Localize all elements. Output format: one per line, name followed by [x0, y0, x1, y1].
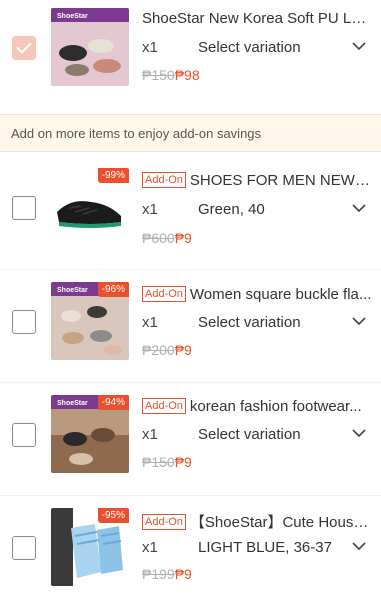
- row-divider: [0, 269, 381, 270]
- price-row: ₱150₱9: [142, 454, 192, 470]
- discount-badge: -95%: [97, 508, 129, 523]
- chevron-down-icon[interactable]: [352, 429, 366, 438]
- variation-selector[interactable]: Select variation: [198, 39, 301, 56]
- product-title-text: 【ShoeStar】Cute House...: [189, 514, 372, 531]
- product-thumbnail[interactable]: ShoeStar: [51, 8, 129, 86]
- variation-selector[interactable]: Green, 40: [198, 201, 265, 218]
- variation-selector[interactable]: LIGHT BLUE, 36-37: [198, 539, 332, 556]
- quantity: x1: [142, 539, 158, 556]
- item-checkbox[interactable]: [12, 36, 36, 60]
- sale-price: ₱9: [174, 566, 192, 582]
- thumb-brand-label: ShoeStar: [57, 287, 88, 294]
- cart-item[interactable]: ShoeStar -94% Add-On korean fashion footw…: [0, 387, 381, 499]
- cart-item[interactable]: -95% Add-On 【ShoeStar】Cute House... x1 LI…: [0, 500, 381, 605]
- cart-item[interactable]: ShoeStar -96% Add-On Women square buckle …: [0, 274, 381, 386]
- thumb-brand-label: ShoeStar: [57, 400, 88, 407]
- discount-badge: -96%: [97, 282, 129, 297]
- original-price: ₱150: [142, 67, 175, 83]
- product-thumbnail[interactable]: ShoeStar -94%: [51, 395, 129, 473]
- variation-selector[interactable]: Select variation: [198, 314, 301, 331]
- sale-price: ₱9: [174, 342, 192, 358]
- price-row: ₱600₱9: [142, 230, 192, 246]
- product-image: ShoeStar: [51, 8, 129, 86]
- cart-item[interactable]: -99% Add-On SHOES FOR MEN NEW K... x1 Gre…: [0, 160, 381, 270]
- cart-item-top[interactable]: ShoeStar ShoeStar New Korea Soft PU Lea.…: [0, 0, 381, 104]
- sale-price: ₱9: [174, 454, 192, 470]
- addon-tag: Add-On: [142, 172, 186, 188]
- row-divider: [0, 382, 381, 383]
- thumb-brand-label: ShoeStar: [57, 13, 88, 20]
- addon-banner-text: Add on more items to enjoy add-on saving…: [11, 126, 262, 141]
- product-thumbnail[interactable]: -99%: [51, 168, 129, 246]
- chevron-down-icon[interactable]: [352, 317, 366, 326]
- original-price: ₱199: [142, 566, 175, 582]
- product-title[interactable]: ShoeStar New Korea Soft PU Lea...: [142, 10, 372, 27]
- row-divider: [0, 495, 381, 496]
- product-title-text: korean fashion footwear...: [189, 398, 362, 415]
- item-checkbox[interactable]: [12, 310, 36, 334]
- quantity: x1: [142, 314, 158, 331]
- original-price: ₱150: [142, 454, 175, 470]
- chevron-down-icon[interactable]: [352, 204, 366, 213]
- item-checkbox[interactable]: [12, 536, 36, 560]
- item-checkbox[interactable]: [12, 423, 36, 447]
- product-title-text: Women square buckle fla...: [189, 286, 372, 303]
- sale-price: ₱98: [174, 67, 200, 83]
- addon-banner: Add on more items to enjoy add-on saving…: [0, 114, 381, 152]
- addon-tag: Add-On: [142, 514, 186, 530]
- quantity: x1: [142, 39, 158, 56]
- price-row: ₱199₱9: [142, 566, 192, 582]
- chevron-down-icon[interactable]: [352, 542, 366, 551]
- item-checkbox[interactable]: [12, 196, 36, 220]
- quantity: x1: [142, 426, 158, 443]
- quantity: x1: [142, 201, 158, 218]
- discount-badge: -94%: [97, 395, 129, 410]
- product-title-text: SHOES FOR MEN NEW K...: [189, 172, 372, 189]
- addon-tag: Add-On: [142, 286, 186, 302]
- product-title[interactable]: Add-On korean fashion footwear...: [142, 398, 372, 415]
- price-row: ₱200₱9: [142, 342, 192, 358]
- product-title[interactable]: Add-On SHOES FOR MEN NEW K...: [142, 172, 372, 189]
- chevron-down-icon[interactable]: [352, 42, 366, 51]
- price-row: ₱150₱98: [142, 67, 200, 83]
- product-title[interactable]: Add-On 【ShoeStar】Cute House...: [142, 511, 372, 532]
- sale-price: ₱9: [174, 230, 192, 246]
- addon-tag: Add-On: [142, 398, 186, 414]
- original-price: ₱200: [142, 342, 175, 358]
- discount-badge: -99%: [97, 168, 129, 183]
- product-thumbnail[interactable]: ShoeStar -96%: [51, 282, 129, 360]
- original-price: ₱600: [142, 230, 175, 246]
- variation-selector[interactable]: Select variation: [198, 426, 301, 443]
- product-thumbnail[interactable]: -95%: [51, 508, 129, 586]
- product-title[interactable]: Add-On Women square buckle fla...: [142, 286, 372, 303]
